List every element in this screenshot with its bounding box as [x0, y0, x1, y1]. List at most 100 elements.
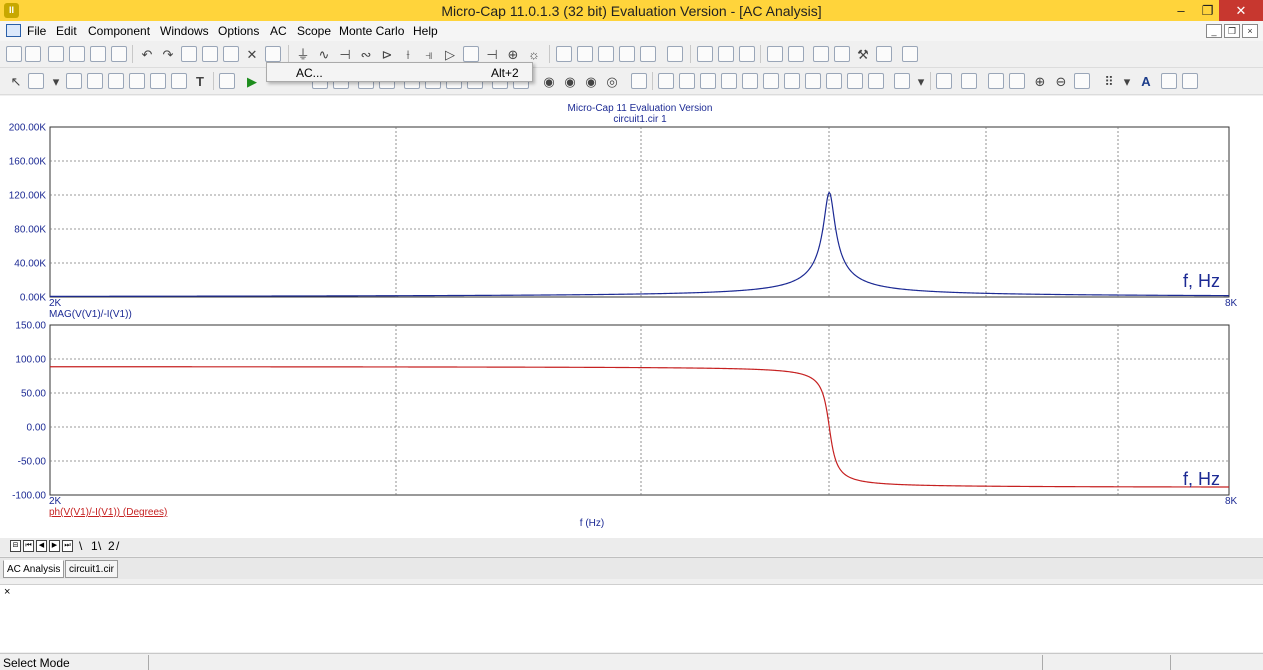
menu-options[interactable]: Options	[218, 24, 259, 38]
inflection-icon[interactable]	[784, 73, 800, 89]
zoom-icon[interactable]: ◉	[583, 73, 599, 89]
bulb-icon[interactable]: ☼	[526, 46, 542, 62]
copy-plot-icon[interactable]	[1161, 73, 1177, 89]
save-all-icon[interactable]	[69, 46, 85, 62]
component-library-icon[interactable]	[697, 46, 713, 62]
edit-icon[interactable]	[631, 73, 647, 89]
title-bar[interactable]: II Micro-Cap 11.0.1.3 (32 bit) Evaluatio…	[0, 0, 1263, 21]
optimize-icon[interactable]	[902, 46, 918, 62]
low-icon[interactable]	[763, 73, 779, 89]
capacitor-icon[interactable]: ⊣	[337, 46, 353, 62]
grid-icon[interactable]	[129, 73, 145, 89]
sweep-icon[interactable]	[1009, 73, 1025, 89]
page-next-icon[interactable]: ▶	[49, 540, 60, 552]
ac-analysis-dropdown[interactable]: AC... Alt+2	[266, 62, 533, 82]
plot-window[interactable]: Micro-Cap 11 Evaluation Version circuit1…	[0, 96, 1263, 538]
globe-icon[interactable]	[739, 46, 755, 62]
zoom-icon[interactable]: ◉	[562, 73, 578, 89]
output-panel[interactable]: ×	[0, 584, 1263, 652]
filter-designer-icon[interactable]	[813, 46, 829, 62]
page-prev-icon[interactable]: ◀	[36, 540, 47, 552]
mdi-close-button[interactable]: ×	[1242, 24, 1258, 38]
zoom-icon[interactable]: ◉	[541, 73, 557, 89]
magnitude-panel[interactable]: 200.00K 160.00K 120.00K 80.00K 40.00K 0.00K	[9, 123, 1230, 304]
zoom-icon[interactable]: ◎	[604, 73, 620, 89]
zoom-in-icon[interactable]: ⊕	[1032, 73, 1048, 89]
doc-tab-circuit[interactable]: circuit1.cir	[65, 560, 119, 578]
phase-series-label[interactable]: ph(V(V1)/-I(V1)) (Degrees)	[49, 507, 167, 518]
delete-icon[interactable]: ✕	[244, 46, 260, 62]
pan-icon[interactable]	[1074, 73, 1090, 89]
tile-vertical-icon[interactable]	[577, 46, 593, 62]
ground-icon[interactable]: ⏚	[295, 46, 311, 62]
auto-scale-icon[interactable]	[87, 73, 103, 89]
cascade-windows-icon[interactable]	[556, 46, 572, 62]
dropdown-item-ac[interactable]: AC...	[296, 66, 323, 80]
properties-icon[interactable]	[788, 46, 804, 62]
zoom-out-icon[interactable]: ⊖	[1053, 73, 1069, 89]
cut-icon[interactable]	[181, 46, 197, 62]
run-icon[interactable]: ▶	[244, 73, 260, 89]
copy-icon[interactable]	[202, 46, 218, 62]
undo-icon[interactable]: ↶	[139, 46, 155, 62]
ac-analysis-plot[interactable]: Micro-Cap 11 Evaluation Version circuit1…	[0, 96, 1263, 538]
menu-monte-carlo[interactable]: Monte Carlo	[339, 24, 404, 38]
menu-help[interactable]: Help	[413, 24, 438, 38]
options-grid-icon[interactable]: ⠿	[1101, 73, 1117, 89]
global-high-icon[interactable]	[805, 73, 821, 89]
chevron-down-icon[interactable]: ▾	[913, 73, 929, 89]
redo-icon[interactable]: ↷	[160, 46, 176, 62]
page-start-icon[interactable]: ⏮	[23, 540, 34, 552]
font-icon[interactable]: A	[1138, 73, 1154, 89]
tokens-icon[interactable]	[171, 73, 187, 89]
cursor-mode-icon[interactable]	[679, 73, 695, 89]
chevron-down-icon[interactable]: ▾	[48, 73, 64, 89]
text-tool-icon[interactable]: T	[192, 73, 208, 89]
magnitude-series-label[interactable]: MAG(V(V1)/-I(V1))	[49, 309, 132, 320]
save-icon[interactable]	[48, 46, 64, 62]
menu-scope[interactable]: Scope	[297, 24, 331, 38]
properties-dialog-icon[interactable]	[219, 73, 235, 89]
close-button[interactable]: ✕	[1219, 0, 1263, 21]
list-icon[interactable]	[936, 73, 952, 89]
mosfet-icon[interactable]: ⫣	[421, 46, 437, 62]
print-preview-icon[interactable]	[90, 46, 106, 62]
page-end-icon[interactable]: ⏭	[62, 540, 73, 552]
print-icon[interactable]	[111, 46, 127, 62]
window-icon[interactable]	[640, 46, 656, 62]
open-file-icon[interactable]	[25, 46, 41, 62]
phase-panel[interactable]: 150.00 100.00 50.00 0.00 -50.00 -100.00	[12, 321, 1230, 502]
close-icon[interactable]: ×	[4, 586, 10, 598]
doc-tab-ac-analysis[interactable]: AC Analysis	[3, 560, 65, 578]
inductor-icon[interactable]: ∾	[358, 46, 374, 62]
slope-icon[interactable]	[847, 73, 863, 89]
mdi-restore-button[interactable]: ❐	[1224, 24, 1240, 38]
stepping-icon[interactable]	[988, 73, 1004, 89]
menu-windows[interactable]: Windows	[160, 24, 209, 38]
model-icon[interactable]	[767, 46, 783, 62]
global-low-icon[interactable]	[826, 73, 842, 89]
menu-edit[interactable]: Edit	[56, 24, 77, 38]
peak-icon[interactable]	[700, 73, 716, 89]
transistor-icon[interactable]: ⟊	[400, 46, 416, 62]
tile-horizontal-icon[interactable]	[598, 46, 614, 62]
menu-component[interactable]: Component	[88, 24, 150, 38]
data-points-icon[interactable]	[150, 73, 166, 89]
restore-limits-icon[interactable]	[108, 73, 124, 89]
battery-icon[interactable]: ⊣	[484, 46, 500, 62]
active-filter-icon[interactable]	[834, 46, 850, 62]
mdi-minimize-button[interactable]: _	[1206, 24, 1222, 38]
high-icon[interactable]	[742, 73, 758, 89]
shape-editor-icon[interactable]	[718, 46, 734, 62]
select-mode-icon[interactable]: ↖	[8, 73, 24, 89]
page-first-icon[interactable]: ⊟	[10, 540, 21, 552]
paste-plot-icon[interactable]	[1182, 73, 1198, 89]
clipboard-icon[interactable]	[894, 73, 910, 89]
page-tab-2[interactable]: 2	[108, 539, 115, 553]
page-tab-1[interactable]: 1	[91, 539, 98, 553]
menu-file[interactable]: File	[27, 24, 46, 38]
minimize-button[interactable]: –	[1166, 0, 1196, 21]
document-window-icon[interactable]	[6, 24, 21, 37]
magnitude-series-line[interactable]	[50, 191, 1230, 297]
voltage-source-icon[interactable]: ⊕	[505, 46, 521, 62]
